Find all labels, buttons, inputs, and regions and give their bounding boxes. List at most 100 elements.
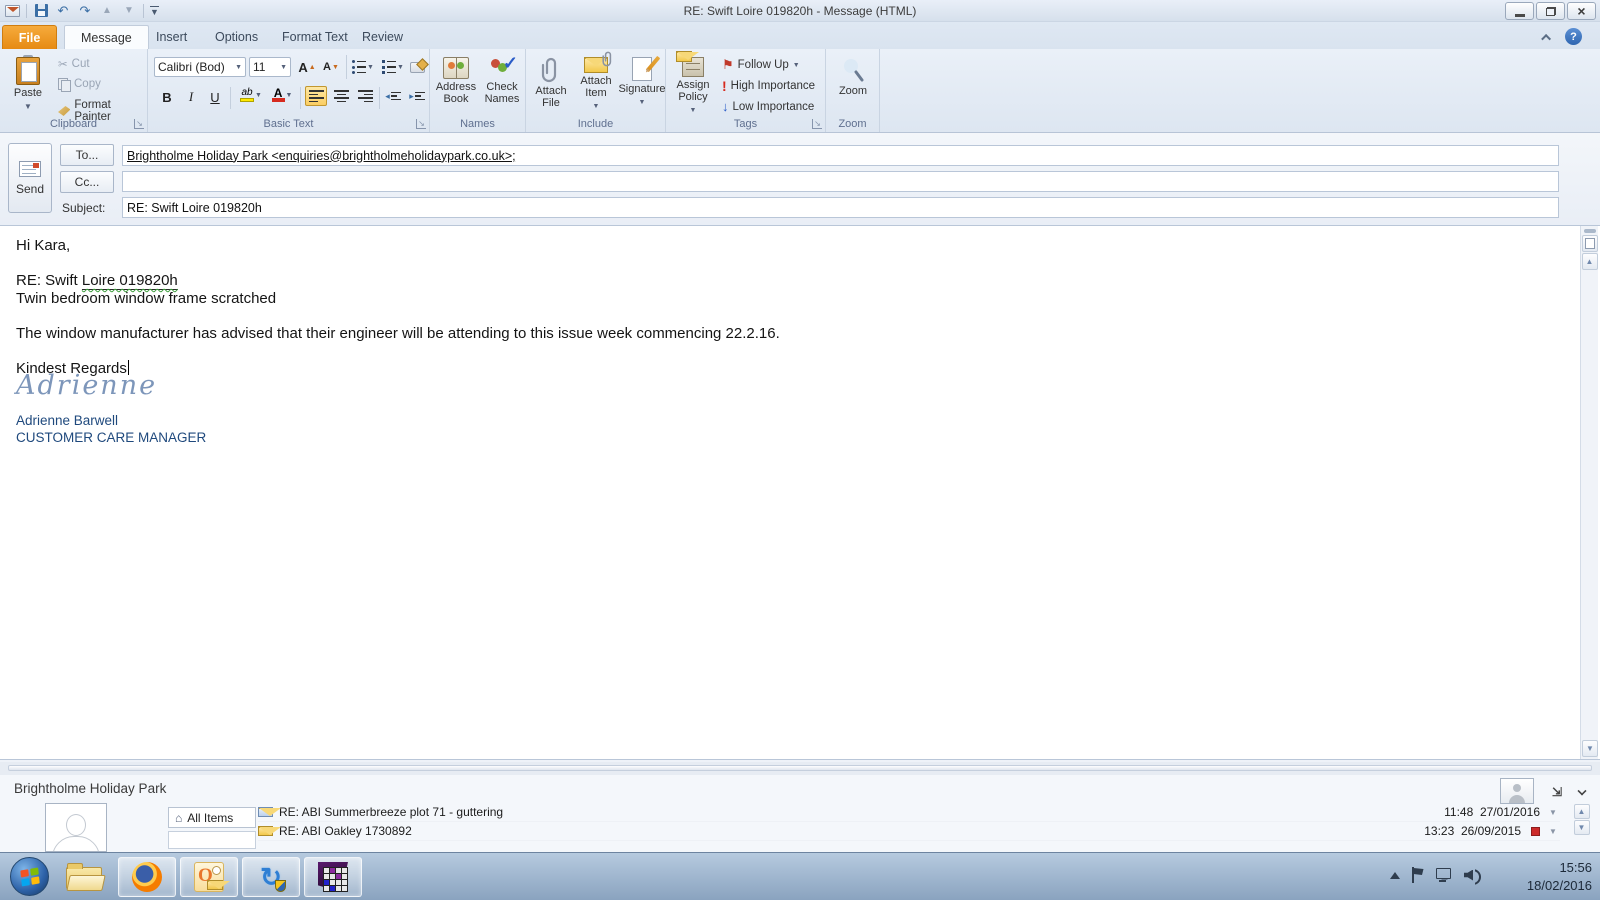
align-left-button[interactable] xyxy=(305,86,327,106)
customize-qat-icon[interactable]: ▼ xyxy=(150,5,159,16)
low-importance-button[interactable]: ↓ Low Importance xyxy=(722,99,814,114)
tab-all-items[interactable]: ⌂ All Items xyxy=(168,807,256,828)
taskbar-clock[interactable]: 15:56 18/02/2016 xyxy=(1527,859,1592,895)
item-subject: RE: ABI Oakley 1730892 xyxy=(279,824,412,838)
body-scrollbar[interactable]: ▲ ▼ xyxy=(1580,226,1598,759)
app-mail-icon[interactable] xyxy=(5,4,20,17)
scroll-up-button[interactable]: ▲ xyxy=(1581,253,1598,270)
network-icon[interactable] xyxy=(1436,868,1452,882)
numbering-button[interactable]: ▼ xyxy=(380,57,406,77)
clock-time: 15:56 xyxy=(1559,860,1592,875)
low-importance-icon: ↓ xyxy=(722,99,729,114)
contact-photo-button[interactable] xyxy=(1500,778,1534,804)
save-icon[interactable] xyxy=(33,3,49,19)
subject-field[interactable]: RE: Swift Loire 019820h xyxy=(122,197,1559,218)
check-names-button[interactable]: ✓ Check Names xyxy=(480,53,524,115)
chevron-down-icon[interactable] xyxy=(1577,786,1587,796)
to-button[interactable]: To... xyxy=(60,144,114,166)
caret-down-icon[interactable]: ▼ xyxy=(1546,808,1560,817)
bullets-button[interactable]: ▼ xyxy=(350,57,376,77)
caret-down-icon[interactable]: ▼ xyxy=(1546,827,1560,836)
tab-hidden-partial[interactable] xyxy=(168,831,256,849)
clipboard-dialog-launcher-icon[interactable]: ↘ xyxy=(134,119,144,129)
align-right-button[interactable] xyxy=(354,86,376,106)
caret-down-icon: ▼ xyxy=(235,63,242,71)
align-center-button[interactable] xyxy=(330,86,352,106)
action-center-icon[interactable] xyxy=(1412,867,1424,883)
lines-icon xyxy=(414,91,425,101)
message-body[interactable]: Hi Kara, RE: Swift Loire 019820h Twin be… xyxy=(0,225,1600,760)
scroll-down-button[interactable]: ▼ xyxy=(1573,820,1590,835)
list-item[interactable]: RE: ABI Oakley 1730892 13:23 26/09/2015 … xyxy=(258,822,1560,841)
signature-button[interactable]: Signature ▼ xyxy=(618,53,666,115)
expand-people-pane-icon[interactable]: ⇲ xyxy=(1552,785,1562,799)
flag-complete-icon[interactable] xyxy=(1531,826,1540,836)
highlight-button[interactable]: ab ▼ xyxy=(236,85,266,105)
italic-button[interactable]: I xyxy=(180,87,202,107)
restore-button[interactable] xyxy=(1536,2,1565,20)
taskbar-firefox-button[interactable] xyxy=(118,857,176,897)
show-hidden-icons-button[interactable] xyxy=(1390,867,1400,879)
previous-item-icon[interactable]: ▲ xyxy=(99,3,115,19)
bold-button[interactable]: B xyxy=(156,87,178,107)
grow-font-button[interactable]: A ▲ xyxy=(296,57,318,77)
tab-file[interactable]: File xyxy=(2,25,57,49)
cc-field[interactable] xyxy=(122,171,1559,192)
address-book-button[interactable]: Address Book xyxy=(434,53,478,115)
tab-options[interactable]: Options xyxy=(199,25,274,49)
list-item[interactable]: RE: ABI Summerbreeze plot 71 - guttering… xyxy=(258,803,1560,822)
high-importance-button[interactable]: ! High Importance xyxy=(722,78,815,94)
tab-review[interactable]: Review xyxy=(346,25,419,49)
send-icon xyxy=(19,160,41,177)
font-color-button[interactable]: A ▼ xyxy=(268,85,296,105)
people-pane-splitter[interactable] xyxy=(0,762,1600,775)
basic-text-dialog-launcher-icon[interactable]: ↘ xyxy=(416,119,426,129)
taskbar-app-button[interactable] xyxy=(304,857,362,897)
help-button[interactable]: ? xyxy=(1565,28,1582,45)
font-size-combo[interactable]: 11 ▼ xyxy=(249,57,291,77)
decrease-indent-button[interactable]: ◂ xyxy=(382,86,404,106)
low-importance-label: Low Importance xyxy=(732,100,815,113)
increase-indent-button[interactable]: ▸ xyxy=(406,86,428,106)
font-name-combo[interactable]: Calibri (Bod) ▼ xyxy=(154,57,246,77)
to-field[interactable]: Brightholme Holiday Park <enquiries@brig… xyxy=(122,145,1559,166)
next-item-icon[interactable]: ▼ xyxy=(121,3,137,19)
tab-insert[interactable]: Insert xyxy=(140,25,203,49)
shrink-font-button[interactable]: A ▼ xyxy=(320,57,342,77)
group-label-basic-text: Basic Text xyxy=(263,118,314,130)
minimize-button[interactable] xyxy=(1505,2,1534,20)
cc-button[interactable]: Cc... xyxy=(60,171,114,193)
send-label: Send xyxy=(15,181,45,196)
attach-item-button[interactable]: Attach Item ▼ xyxy=(574,51,618,115)
undo-icon[interactable]: ↶ xyxy=(55,3,71,19)
tags-dialog-launcher-icon[interactable]: ↘ xyxy=(812,119,822,129)
start-button[interactable] xyxy=(10,857,49,896)
scroll-down-button[interactable]: ▼ xyxy=(1582,740,1598,757)
people-pane-scrollbar[interactable]: ▲ ▼ xyxy=(1573,803,1590,836)
signature-name: Adrienne Barwell xyxy=(16,413,119,428)
highlight-icon: ab xyxy=(240,88,255,102)
paste-button[interactable]: Paste ▼ xyxy=(6,53,50,115)
copy-icon xyxy=(58,78,71,92)
volume-icon[interactable] xyxy=(1464,868,1482,883)
close-button[interactable]: × xyxy=(1567,2,1596,20)
taskbar-outlook-button[interactable]: O xyxy=(180,857,238,897)
cut-button[interactable]: ✂ Cut xyxy=(58,57,90,71)
taskbar-explorer-button[interactable] xyxy=(66,863,106,891)
clear-formatting-button[interactable] xyxy=(406,57,428,77)
attach-file-button[interactable]: Attach File xyxy=(530,53,572,115)
assign-policy-button[interactable]: Assign Policy ▼ xyxy=(670,51,716,115)
split-handle[interactable] xyxy=(1583,229,1596,233)
group-clipboard: Paste ▼ ✂ Cut Copy Format Painter Clipbo… xyxy=(0,49,148,132)
underline-button[interactable]: U xyxy=(204,87,226,107)
taskbar-sync-button[interactable]: ↻ xyxy=(242,857,300,897)
tab-message[interactable]: Message xyxy=(64,25,149,49)
scroll-up-button[interactable]: ▲ xyxy=(1573,804,1590,819)
zoom-button[interactable]: Zoom xyxy=(831,53,875,115)
select-browse-object-button[interactable] xyxy=(1581,235,1598,252)
follow-up-button[interactable]: ⚑ Follow Up ▼ xyxy=(722,57,800,73)
copy-button[interactable]: Copy xyxy=(58,78,101,92)
send-button[interactable]: Send xyxy=(8,143,52,213)
collapse-ribbon-button[interactable] xyxy=(1538,30,1556,44)
redo-icon[interactable]: ↷ xyxy=(77,3,93,19)
